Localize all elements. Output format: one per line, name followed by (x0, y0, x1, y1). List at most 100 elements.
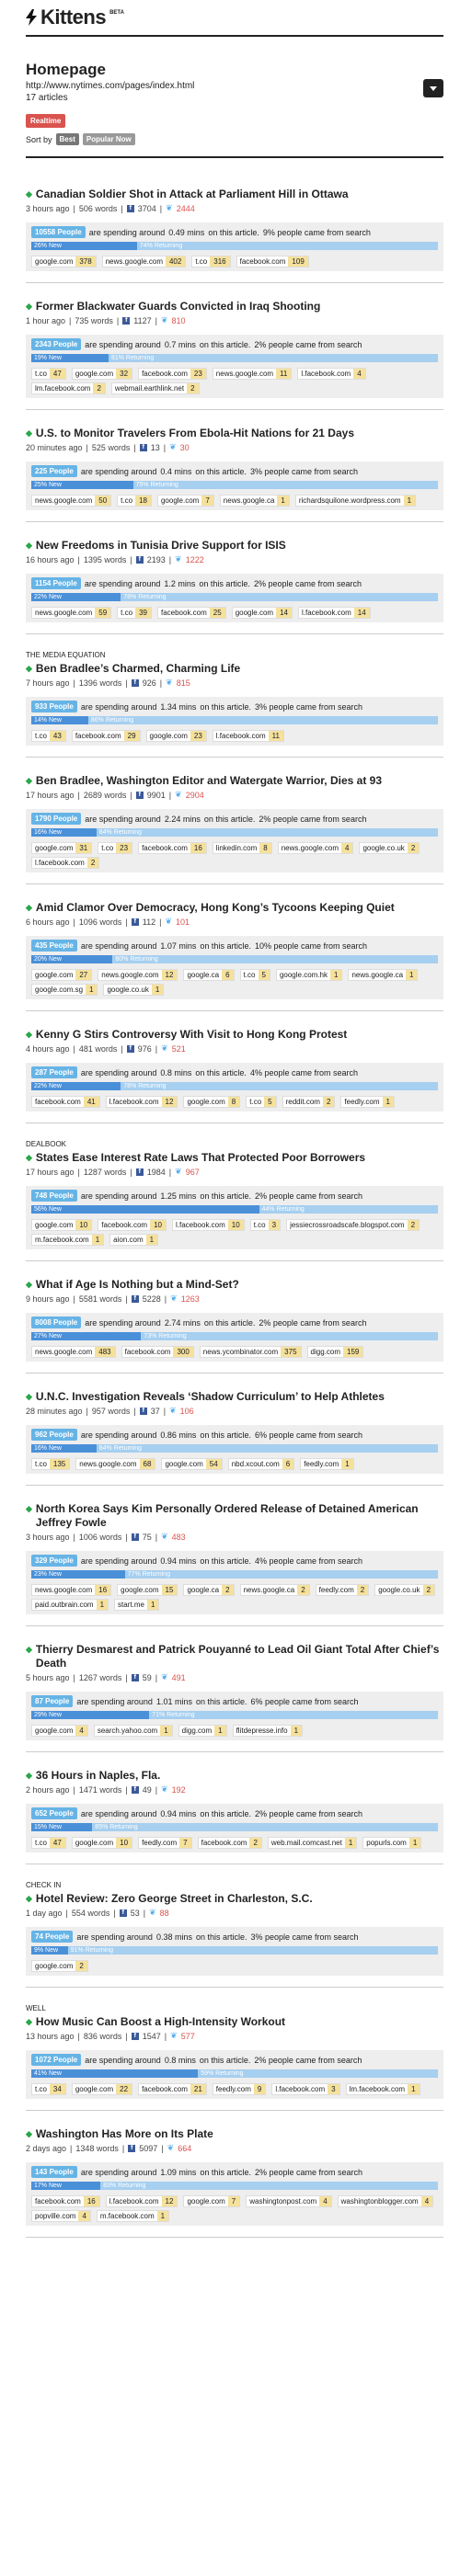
referrer-item[interactable]: google.com 10 (71, 1837, 133, 1849)
referrer-item[interactable]: washingtonblogger.com 4 (337, 2195, 434, 2207)
referrer-item[interactable]: t.co 5 (239, 969, 270, 981)
referrer-domain[interactable]: news.google.ca (221, 496, 278, 506)
referrer-domain[interactable]: news.google.com (279, 843, 341, 853)
referrer-item[interactable]: l.facebook.com 10 (171, 1219, 245, 1231)
referrer-item[interactable]: google.com 23 (145, 730, 207, 742)
referrer-item[interactable]: facebook.com 29 (71, 730, 141, 742)
referrer-item[interactable]: lm.facebook.com 1 (345, 2083, 420, 2095)
article-title[interactable]: ◆ How Music Can Boost a High-Intensity Wo… (26, 2015, 443, 2029)
article-title-text[interactable]: 36 Hours in Naples, Fla. (36, 1769, 160, 1783)
referrer-item[interactable]: facebook.com 2 (197, 1837, 262, 1849)
referrer-item[interactable]: facebook.com 25 (156, 607, 226, 619)
referrer-domain[interactable]: google.com (233, 608, 276, 618)
article-title-text[interactable]: New Freedoms in Tunisia Drive Support fo… (36, 539, 286, 553)
referrer-item[interactable]: news.google.com 402 (101, 256, 187, 268)
referrer-domain[interactable]: facebook.com (139, 2084, 190, 2094)
referrer-item[interactable]: news.google.com 12 (98, 969, 178, 981)
referrer-domain[interactable]: l.facebook.com (272, 2084, 328, 2094)
referrer-domain[interactable]: google.ca (184, 970, 222, 980)
referrer-item[interactable]: l.facebook.com 12 (105, 1096, 178, 1108)
referrer-domain[interactable]: facebook.com (32, 1097, 84, 1107)
referrer-domain[interactable]: facebook.com (73, 731, 124, 741)
referrer-item[interactable]: l.facebook.com 11 (212, 730, 284, 742)
referrer-item[interactable]: news.google.com 4 (277, 842, 354, 854)
referrer-domain[interactable]: washingtonpost.com (247, 2196, 319, 2206)
referrer-item[interactable]: google.com 22 (71, 2083, 133, 2095)
referrer-item[interactable]: t.co 5 (246, 1096, 277, 1108)
article-title-text[interactable]: Thierry Desmarest and Patrick Pouyanné t… (36, 1643, 443, 1670)
referrer-item[interactable]: google.com 2 (31, 1960, 88, 1972)
referrer-domain[interactable]: feedly.com (316, 1585, 357, 1595)
referrer-domain[interactable]: t.co (32, 1838, 50, 1848)
referrer-domain[interactable]: l.facebook.com (32, 858, 87, 868)
referrer-item[interactable]: l.facebook.com 2 (31, 857, 100, 869)
article-title-text[interactable]: North Korea Says Kim Personally Ordered … (36, 1502, 443, 1530)
referrer-domain[interactable]: news.google.ca (241, 1585, 298, 1595)
realtime-badge[interactable]: Realtime (26, 114, 66, 128)
referrer-item[interactable]: popville.com 4 (31, 2210, 91, 2222)
referrer-domain[interactable]: google.com (32, 256, 75, 267)
article-title-text[interactable]: What if Age Is Nothing but a Mind-Set? (36, 1278, 239, 1292)
referrer-item[interactable]: feedly.com 2 (315, 1584, 370, 1596)
referrer-domain[interactable]: l.facebook.com (298, 369, 353, 379)
referrer-domain[interactable]: l.facebook.com (299, 608, 354, 618)
referrer-domain[interactable]: lm.facebook.com (347, 2084, 408, 2094)
referrer-domain[interactable]: google.com (118, 1585, 161, 1595)
referrer-domain[interactable]: google.ca (184, 1585, 222, 1595)
referrer-item[interactable]: digg.com 159 (306, 1346, 364, 1358)
referrer-item[interactable]: google.com 31 (31, 842, 93, 854)
referrer-item[interactable]: digg.com 1 (178, 1725, 227, 1737)
referrer-item[interactable]: feedly.com 7 (138, 1837, 192, 1849)
referrer-domain[interactable]: google.co.uk (104, 985, 151, 995)
article-title[interactable]: ◆ Ben Bradlee’s Charmed, Charming Life (26, 662, 443, 676)
article-title[interactable]: ◆ States Ease Interest Rate Laws That Pro… (26, 1151, 443, 1165)
referrer-item[interactable]: t.co 47 (31, 368, 66, 380)
referrer-item[interactable]: popurls.com 1 (362, 1837, 422, 1849)
referrer-domain[interactable]: popville.com (32, 2211, 78, 2221)
referrer-domain[interactable]: google.com (162, 1459, 205, 1469)
referrer-domain[interactable]: search.yahoo.com (95, 1726, 160, 1736)
article-title[interactable]: ◆ U.N.C. Investigation Reveals ‘Shadow Cu… (26, 1390, 443, 1404)
referrer-item[interactable]: news.google.com 50 (31, 495, 112, 507)
referrer-domain[interactable]: m.facebook.com (98, 2211, 157, 2221)
article-title[interactable]: ◆ Ben Bradlee, Washington Editor and Wate… (26, 774, 443, 788)
referrer-domain[interactable]: t.co (192, 256, 210, 267)
referrer-domain[interactable]: facebook.com (199, 1838, 250, 1848)
referrer-item[interactable]: news.google.com 68 (75, 1458, 156, 1470)
referrer-domain[interactable]: facebook.com (122, 1347, 174, 1357)
referrer-item[interactable]: google.co.uk 2 (359, 842, 420, 854)
referrer-item[interactable]: t.co 47 (31, 1837, 66, 1849)
referrer-item[interactable]: web.mail.comcast.net 1 (267, 1837, 358, 1849)
referrer-item[interactable]: facebook.com 21 (138, 2083, 207, 2095)
referrer-domain[interactable]: news.google.com (32, 608, 95, 618)
article-title-text[interactable]: Ben Bradlee’s Charmed, Charming Life (36, 662, 240, 676)
referrer-domain[interactable]: l.facebook.com (173, 1220, 228, 1230)
referrer-domain[interactable]: popurls.com (363, 1838, 409, 1848)
article-title-text[interactable]: U.S. to Monitor Travelers From Ebola-Hit… (36, 427, 354, 440)
referrer-domain[interactable]: google.com (73, 369, 116, 379)
referrer-domain[interactable]: news.google.ca (349, 970, 406, 980)
referrer-domain[interactable]: washingtonblogger.com (339, 2196, 421, 2206)
article-title-text[interactable]: States Ease Interest Rate Laws That Prot… (36, 1151, 365, 1165)
referrer-domain[interactable]: google.com (32, 843, 75, 853)
referrer-item[interactable]: google.com 15 (117, 1584, 178, 1596)
article-title[interactable]: ◆ Former Blackwater Guards Convicted in I… (26, 300, 443, 313)
referrer-domain[interactable]: t.co (118, 608, 135, 618)
referrer-domain[interactable]: news.ycombinator.com (201, 1347, 281, 1357)
article-title[interactable]: ◆ Hotel Review: Zero George Street in Cha… (26, 1892, 443, 1906)
referrer-item[interactable]: facebook.com 16 (31, 2195, 100, 2207)
referrer-item[interactable]: linkedin.com 8 (212, 842, 272, 854)
referrer-domain[interactable]: m.facebook.com (32, 1235, 92, 1245)
referrer-item[interactable]: facebook.com 300 (121, 1346, 194, 1358)
referrer-domain[interactable]: news.google.com (103, 256, 166, 267)
referrer-item[interactable]: m.facebook.com 1 (31, 1234, 105, 1246)
referrer-item[interactable]: google.com 4 (31, 1725, 88, 1737)
referrer-domain[interactable]: linkedin.com (213, 843, 259, 853)
referrer-item[interactable]: richardsquilone.wordpress.com 1 (294, 495, 417, 507)
referrer-item[interactable]: news.ycombinator.com 375 (199, 1346, 302, 1358)
referrer-item[interactable]: m.facebook.com 1 (96, 2210, 170, 2222)
referrer-item[interactable]: facebook.com 109 (236, 256, 309, 268)
referrer-item[interactable]: t.co 18 (117, 495, 152, 507)
article-title[interactable]: ◆ Kenny G Stirs Controversy With Visit to… (26, 1028, 443, 1042)
referrer-item[interactable]: google.co.uk 2 (374, 1584, 436, 1596)
